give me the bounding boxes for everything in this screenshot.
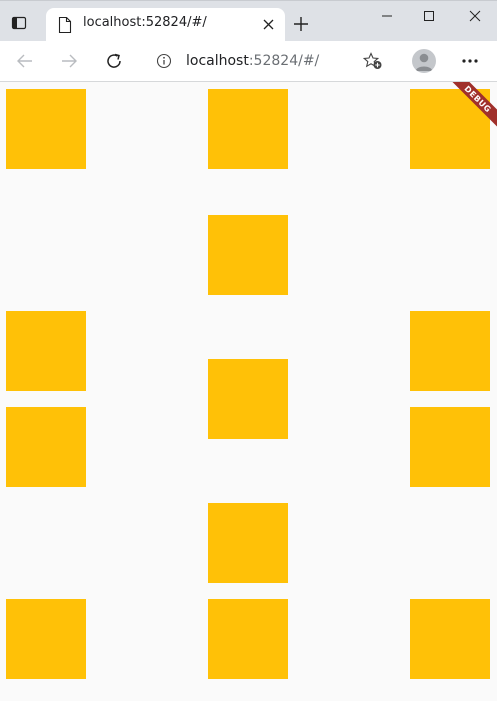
- browser-toolbar: localhost:52824/#/: [0, 41, 497, 82]
- profile-silhouette: [415, 53, 433, 71]
- debug-ribbon: DEBUG: [441, 82, 497, 136]
- maximize-button[interactable]: [419, 8, 439, 24]
- url-path: :52824/#/: [248, 53, 320, 69]
- tab-actions-icon: [11, 16, 27, 30]
- new-tab-button[interactable]: [292, 15, 310, 33]
- refresh-button[interactable]: [103, 50, 125, 72]
- amber-box: [410, 311, 490, 391]
- forward-arrow-icon: [62, 54, 77, 68]
- close-icon: [469, 10, 481, 22]
- more-icon: [462, 59, 478, 63]
- tab-strip-border: [0, 0, 497, 1]
- tab-close-button[interactable]: [260, 16, 276, 32]
- amber-box: [410, 599, 490, 679]
- minimize-button[interactable]: [377, 8, 397, 24]
- amber-box: [208, 359, 288, 439]
- amber-box: [410, 407, 490, 487]
- window-close-button[interactable]: [465, 8, 485, 24]
- amber-box: [6, 599, 86, 679]
- plus-icon: [294, 17, 308, 31]
- tab-actions-button[interactable]: [10, 14, 28, 32]
- back-arrow-icon: [17, 54, 32, 68]
- page-icon: [58, 17, 72, 33]
- profile-avatar-icon[interactable]: [412, 49, 436, 73]
- close-icon: [263, 19, 273, 29]
- address-bar[interactable]: localhost:52824/#/: [142, 45, 394, 77]
- info-icon[interactable]: [156, 53, 172, 69]
- forward-button[interactable]: [58, 50, 80, 72]
- tab-title: localhost:52824/#/: [83, 15, 207, 30]
- back-button[interactable]: [14, 50, 36, 72]
- amber-box: [208, 215, 288, 295]
- amber-box: [6, 407, 86, 487]
- url-host: localhost: [186, 53, 249, 69]
- tab-strip: localhost:52824/#/: [0, 0, 497, 41]
- maximize-icon: [424, 11, 434, 21]
- minimize-icon: [382, 15, 392, 17]
- add-favorite-icon[interactable]: [363, 52, 383, 70]
- refresh-icon: [107, 53, 121, 68]
- amber-box: [6, 311, 86, 391]
- app-canvas: DEBUG: [0, 82, 497, 701]
- debug-banner: DEBUG: [441, 82, 497, 138]
- amber-box: [6, 89, 86, 169]
- url-text: localhost:52824/#/: [186, 53, 319, 69]
- amber-box: [208, 503, 288, 583]
- amber-box: [208, 599, 288, 679]
- amber-box: [208, 89, 288, 169]
- browser-tab[interactable]: localhost:52824/#/: [46, 8, 285, 41]
- more-button[interactable]: [459, 50, 481, 72]
